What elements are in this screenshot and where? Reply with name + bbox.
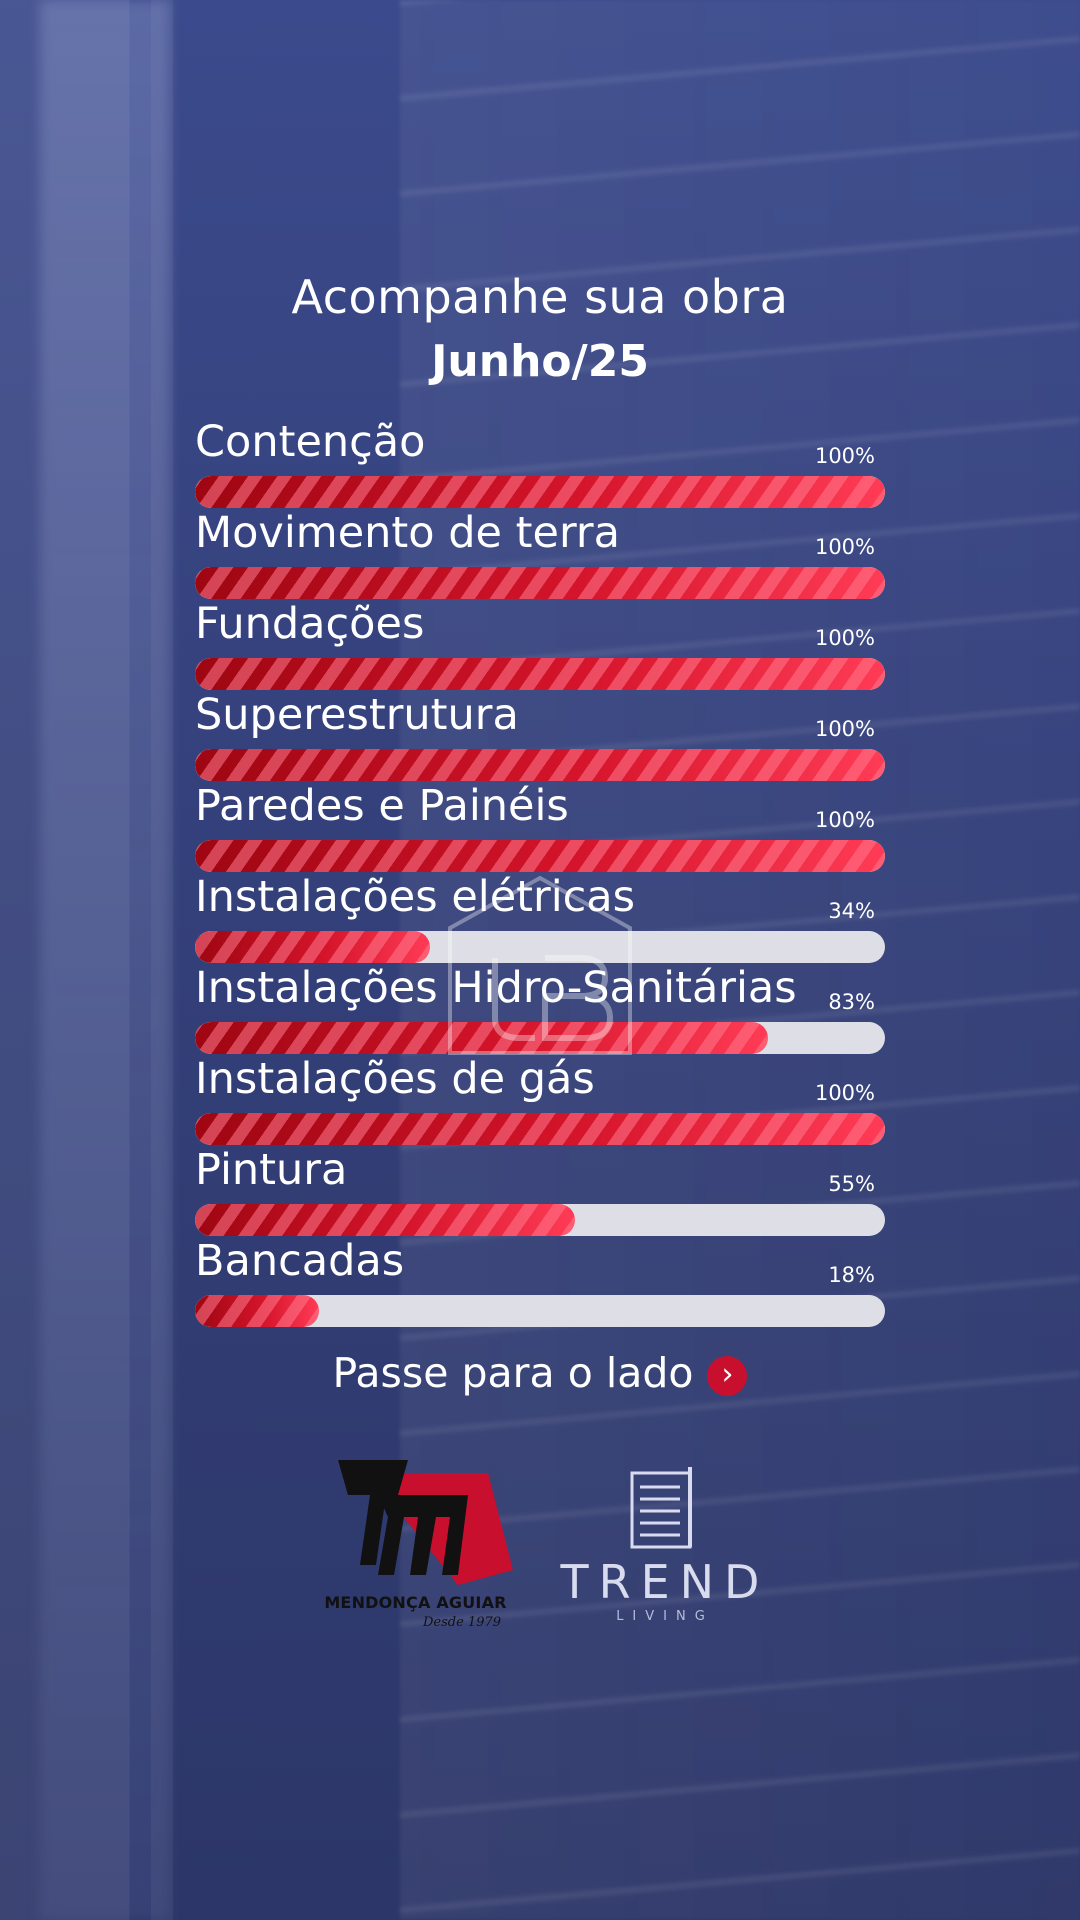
swipe-hint-label: Passe para o lado bbox=[332, 1349, 694, 1397]
mendonca-aguiar-name: MENDONÇA AGUIAR bbox=[324, 1593, 507, 1612]
progress-item: Bancadas 18% bbox=[195, 1237, 885, 1328]
progress-bar-fill bbox=[195, 931, 430, 963]
progress-bar-fill bbox=[195, 1295, 320, 1327]
progress-item-label: Pintura bbox=[195, 1145, 348, 1195]
story-content: Acompanhe sua obra Junho/25 Contenção 100… bbox=[0, 0, 1080, 1920]
trend-building-icon bbox=[630, 1467, 692, 1549]
progress-item: Movimento de terra 100% bbox=[195, 509, 885, 600]
progress-bar-track bbox=[195, 1113, 885, 1145]
progress-item-percent: 100% bbox=[814, 626, 875, 650]
trend-living-logo: TREND LIVING bbox=[550, 1463, 780, 1624]
progress-bar-fill bbox=[195, 658, 885, 690]
progress-item-label: Fundações bbox=[195, 599, 425, 649]
progress-item: Pintura 55% bbox=[195, 1146, 885, 1237]
progress-bar-track bbox=[195, 1295, 885, 1327]
progress-item-percent: 34% bbox=[828, 899, 875, 923]
progress-item: Instalações de gás 100% bbox=[195, 1055, 885, 1146]
trend-name: TREND bbox=[560, 1555, 770, 1609]
progress-item-percent: 100% bbox=[814, 535, 875, 559]
logos: MENDONÇA AGUIAR Desde 1979 TREND LIVING bbox=[0, 1455, 1080, 1655]
progress-item-percent: 18% bbox=[828, 1263, 875, 1287]
progress-bar-fill bbox=[195, 1204, 575, 1236]
progress-item-percent: 55% bbox=[828, 1172, 875, 1196]
watermark-logo-icon bbox=[448, 875, 632, 1055]
progress-item-label: Bancadas bbox=[195, 1236, 405, 1286]
progress-bar-fill bbox=[195, 1113, 885, 1145]
progress-bar-track bbox=[195, 658, 885, 690]
page-title: Acompanhe sua obra bbox=[291, 270, 789, 324]
progress-bar-fill bbox=[195, 749, 885, 781]
progress-item: Fundações 100% bbox=[195, 600, 885, 691]
progress-item: Contenção 100% bbox=[195, 418, 885, 509]
mendonca-aguiar-logo: MENDONÇA AGUIAR Desde 1979 bbox=[318, 1455, 513, 1635]
progress-bar-track bbox=[195, 476, 885, 508]
page-subtitle: Junho/25 bbox=[431, 336, 649, 387]
progress-item: Paredes e Painéis 100% bbox=[195, 782, 885, 873]
progress-item-percent: 100% bbox=[814, 444, 875, 468]
progress-bar-fill bbox=[195, 476, 885, 508]
swipe-hint[interactable]: Passe para o lado › bbox=[0, 1349, 1080, 1397]
progress-item-percent: 100% bbox=[814, 717, 875, 741]
progress-item: Superestrutura 100% bbox=[195, 691, 885, 782]
progress-item-percent: 100% bbox=[814, 1081, 875, 1105]
progress-item-label: Movimento de terra bbox=[195, 508, 620, 558]
header: Acompanhe sua obra Junho/25 bbox=[0, 270, 1080, 387]
progress-item-label: Paredes e Painéis bbox=[195, 781, 569, 831]
progress-bar-track bbox=[195, 1204, 885, 1236]
progress-item-label: Instalações de gás bbox=[195, 1054, 595, 1104]
chevron-right-circle-icon[interactable]: › bbox=[707, 1356, 748, 1396]
mendonca-aguiar-since: Desde 1979 bbox=[423, 1615, 502, 1630]
progress-bar-fill bbox=[195, 567, 885, 599]
progress-bar-track bbox=[195, 749, 885, 781]
progress-item-percent: 83% bbox=[828, 990, 875, 1014]
mendonca-aguiar-mark-icon bbox=[338, 1460, 513, 1585]
progress-bar-track bbox=[195, 567, 885, 599]
progress-item-label: Contenção bbox=[195, 417, 426, 467]
progress-item-label: Superestrutura bbox=[195, 690, 519, 740]
progress-item-percent: 100% bbox=[814, 808, 875, 832]
trend-sub: LIVING bbox=[616, 1609, 714, 1624]
